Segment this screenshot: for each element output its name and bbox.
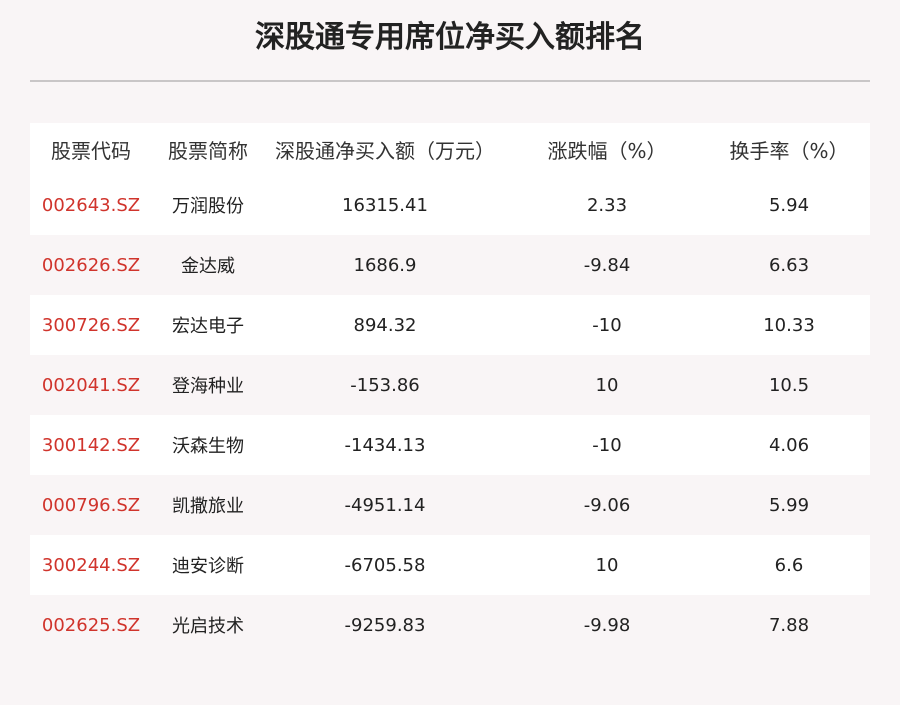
ranking-table: 股票代码 股票简称 深股通净买入额（万元） 涨跌幅（%） 换手率（%） 0026…	[30, 123, 870, 655]
cell-stock-name: 光启技术	[172, 616, 244, 637]
header-net-buy: 深股通净买入额（万元）	[275, 138, 495, 163]
cell-turnover-rate: 10.33	[763, 314, 815, 336]
cell-change-pct: -9.06	[583, 494, 631, 516]
cell-turnover-rate: 5.99	[768, 494, 810, 516]
cell-change-pct: 10	[595, 374, 619, 396]
cell-stock-name: 迪安诊断	[172, 556, 244, 577]
header-change-pct: 涨跌幅（%）	[547, 138, 667, 163]
page-title: 深股通专用席位净买入额排名	[255, 20, 645, 55]
table-body: 002643.SZ 万润股份 16315.41 2.33 5.94 002626.SZ 金达…	[30, 175, 870, 655]
table-row: 002643.SZ 万润股份 16315.41 2.33 5.94	[30, 175, 870, 235]
cell-net-buy: -9259.83	[344, 614, 426, 636]
header-turnover-rate: 换手率（%）	[729, 138, 849, 163]
table-row: 300726.SZ 宏达电子 894.32 -10 10.33	[30, 295, 870, 355]
cell-stock-name: 万润股份	[172, 196, 244, 217]
cell-stock-code: 300142.SZ	[41, 434, 141, 456]
cell-stock-name: 登海种业	[172, 376, 244, 397]
cell-stock-name: 沃森生物	[172, 436, 244, 457]
cell-net-buy: 894.32	[353, 314, 417, 336]
cell-change-pct: -10	[592, 434, 622, 456]
cell-stock-code: 002625.SZ	[41, 614, 141, 636]
cell-turnover-rate: 6.6	[774, 554, 804, 576]
cell-net-buy: 1686.9	[353, 254, 417, 276]
cell-turnover-rate: 6.63	[768, 254, 810, 276]
cell-change-pct: -10	[592, 314, 622, 336]
cell-change-pct: 10	[595, 554, 619, 576]
table-row: 002626.SZ 金达威 1686.9 -9.84 6.63	[30, 235, 870, 295]
cell-turnover-rate: 10.5	[768, 374, 810, 396]
cell-net-buy: -1434.13	[344, 434, 426, 456]
cell-stock-name: 金达威	[181, 256, 235, 277]
cell-stock-code: 300726.SZ	[41, 314, 141, 336]
cell-stock-code: 002643.SZ	[41, 194, 141, 216]
table-row: 000796.SZ 凯撒旅业 -4951.14 -9.06 5.99	[30, 475, 870, 535]
cell-change-pct: 2.33	[586, 194, 628, 216]
cell-stock-code: 000796.SZ	[41, 494, 141, 516]
cell-net-buy: -153.86	[350, 374, 420, 396]
cell-net-buy: 16315.41	[342, 194, 428, 216]
header-stock-name: 股票简称	[168, 138, 248, 163]
header-stock-code: 股票代码	[51, 138, 131, 163]
table-row: 002625.SZ 光启技术 -9259.83 -9.98 7.88	[30, 595, 870, 655]
cell-turnover-rate: 5.94	[768, 194, 810, 216]
cell-turnover-rate: 4.06	[768, 434, 810, 456]
cell-stock-code: 002041.SZ	[41, 374, 141, 396]
table-row: 002041.SZ 登海种业 -153.86 10 10.5	[30, 355, 870, 415]
cell-stock-code: 300244.SZ	[41, 554, 141, 576]
cell-change-pct: -9.84	[583, 254, 631, 276]
cell-stock-code: 002626.SZ	[41, 254, 141, 276]
cell-stock-name: 宏达电子	[172, 316, 244, 337]
table-row: 300244.SZ 迪安诊断 -6705.58 10 6.6	[30, 535, 870, 595]
title-divider	[30, 80, 870, 82]
cell-net-buy: -4951.14	[344, 494, 426, 516]
cell-change-pct: -9.98	[583, 614, 631, 636]
table-row: 300142.SZ 沃森生物 -1434.13 -10 4.06	[30, 415, 870, 475]
table-header-row: 股票代码 股票简称 深股通净买入额（万元） 涨跌幅（%） 换手率（%）	[30, 123, 870, 175]
cell-net-buy: -6705.58	[344, 554, 426, 576]
cell-turnover-rate: 7.88	[768, 614, 810, 636]
cell-stock-name: 凯撒旅业	[172, 496, 244, 517]
